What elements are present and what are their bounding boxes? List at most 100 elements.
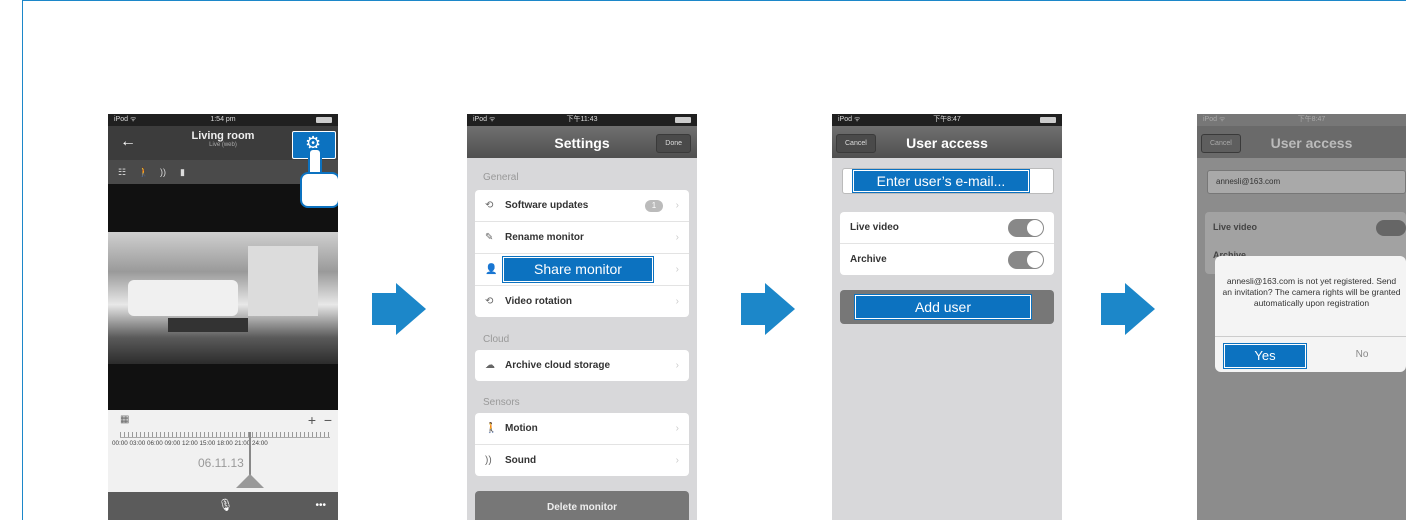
tap-hand-icon (296, 148, 338, 208)
nav-bar: Cancel User access (1197, 126, 1406, 158)
walk-icon[interactable]: 🚶 (138, 160, 149, 184)
walk-icon: 🚶 (485, 423, 498, 434)
email-placeholder-callout: Enter user’s e-mail... (853, 170, 1029, 192)
software-updates-row[interactable]: ⟲ Software updates 1 › (475, 190, 689, 222)
plug-icon[interactable]: ▮ (180, 160, 185, 184)
email-value: annesli@163.com (1216, 177, 1281, 186)
update-count-badge: 1 (645, 200, 663, 212)
status-time: 下午11:43 (566, 116, 598, 123)
section-sensors: Sensors (483, 397, 520, 408)
delete-monitor-button[interactable]: Delete monitor (475, 491, 689, 520)
invite-alert-screen: iPod ᯤ 下午8:47 Cancel User access annesli… (1197, 114, 1406, 520)
rename-monitor-row[interactable]: ✎ Rename monitor › (475, 222, 689, 254)
permissions-group: Live video Archive (840, 212, 1054, 275)
archive-toggle[interactable] (1008, 251, 1044, 269)
status-bar: iPod ᯤ 1:54 pm (108, 114, 338, 126)
rotate-icon: ⟲ (485, 296, 494, 307)
status-time: 下午8:47 (1297, 116, 1326, 123)
battery-icon (675, 117, 691, 123)
row-label: Archive (850, 254, 887, 265)
status-time: 下午8:47 (933, 116, 961, 123)
next-step-arrow-icon (741, 293, 765, 325)
live-view-screen: iPod ᯤ 1:54 pm ← Living room Live (web) … (108, 114, 338, 520)
calendar-icon[interactable]: ▦ (120, 414, 129, 425)
nav-bar: Settings Done (467, 126, 697, 158)
chevron-right-icon: › (675, 455, 679, 466)
status-bar: iPod ᯤ 下午8:47 (832, 114, 1062, 126)
timeline-date: 06.11.13 (198, 456, 244, 470)
sound-row[interactable]: )) Sound › (475, 445, 689, 476)
timeline-ticks: 00:00 03:00 06:00 09:00 12:00 15:00 18:0… (112, 440, 268, 447)
sofa-shape (128, 280, 238, 316)
yes-callout: Yes (1224, 344, 1306, 368)
done-button[interactable]: Done (656, 134, 691, 153)
archive-row: Archive (840, 244, 1054, 275)
row-label: Motion (505, 423, 538, 434)
cloud-icon: ☁ (485, 360, 495, 371)
microphone-icon[interactable]: 🎙 (218, 498, 233, 512)
timeline-ruler (120, 432, 330, 438)
table-shape (168, 318, 248, 332)
chevron-right-icon: › (675, 232, 679, 243)
chevron-right-icon: › (675, 296, 679, 307)
no-button[interactable]: No (1327, 344, 1397, 366)
add-user-callout: Add user (855, 295, 1031, 319)
chevron-right-icon: › (675, 264, 679, 275)
pencil-icon: ✎ (485, 232, 494, 243)
cloud-group: ☁ Archive cloud storage › (475, 350, 689, 381)
zoom-out-button[interactable]: − (324, 412, 332, 428)
next-step-arrow-icon (372, 293, 396, 325)
alert-divider (1215, 336, 1406, 337)
nav-bar: Cancel User access (832, 126, 1062, 158)
next-step-arrow-head (396, 283, 426, 335)
sensors-group: 🚶 Motion › )) Sound › (475, 413, 689, 476)
section-general: General (483, 172, 519, 183)
bottom-bar: 🎙 ••• (108, 492, 338, 520)
live-video-row: Live video (840, 212, 1054, 244)
refresh-icon: ⟲ (485, 200, 494, 211)
section-cloud: Cloud (483, 334, 510, 345)
timeline-cursor-handle[interactable] (236, 474, 264, 488)
row-label: Software updates (505, 200, 589, 211)
live-video-toggle[interactable] (1008, 219, 1044, 237)
archive-cloud-row[interactable]: ☁ Archive cloud storage › (475, 350, 689, 381)
timeline-panel[interactable]: ▦ + − 00:00 03:00 06:00 09:00 12:00 15:0… (108, 410, 338, 492)
row-label: Sound (505, 455, 537, 466)
sound-icon[interactable]: )) (160, 160, 166, 184)
status-bar: iPod ᯤ 下午8:47 (1197, 114, 1406, 126)
page-title: User access (1270, 135, 1353, 151)
add-user-icon: 👤 (485, 264, 498, 275)
row-label: Live video (1213, 222, 1258, 232)
video-rotation-row[interactable]: ⟲ Video rotation › (475, 286, 689, 317)
motion-row[interactable]: 🚶 Motion › (475, 413, 689, 445)
row-label: Video rotation (505, 296, 573, 307)
chevron-right-icon: › (675, 200, 679, 211)
next-step-arrow-icon (1101, 293, 1125, 325)
sliders-icon[interactable]: ☷ (118, 160, 126, 184)
email-field[interactable]: Enter user’s e-mail... (842, 168, 1054, 194)
live-video-toggle (1376, 220, 1406, 236)
battery-icon (1040, 117, 1056, 123)
row-label: Live video (850, 222, 899, 233)
no-label: No (1355, 349, 1369, 360)
page-title: User access (906, 135, 988, 151)
more-button[interactable]: ••• (315, 500, 326, 511)
zoom-in-button[interactable]: + (308, 412, 316, 428)
next-step-arrow-head (765, 283, 795, 335)
share-monitor-row[interactable]: 👤 Share monitor › (475, 254, 689, 286)
general-group: ⟲ Software updates 1 › ✎ Rename monitor … (475, 190, 689, 317)
status-time: 1:54 pm (210, 116, 236, 123)
chevron-right-icon: › (675, 360, 679, 371)
status-bar: iPod ᯤ 下午11:43 (467, 114, 697, 126)
video-feed (108, 232, 338, 364)
next-step-arrow-head (1125, 283, 1155, 335)
row-label: Rename monitor (505, 232, 584, 243)
settings-screen: iPod ᯤ 下午11:43 Settings Done General ⟲ S… (467, 114, 697, 520)
battery-icon (316, 117, 332, 123)
alert-message: annesli@163.com is not yet registered. S… (1222, 276, 1401, 308)
invitation-alert: annesli@163.com is not yet registered. S… (1215, 256, 1406, 372)
share-monitor-callout: Share monitor (503, 257, 653, 282)
add-user-button[interactable]: Add user (840, 290, 1054, 324)
yes-button[interactable]: Yes (1224, 344, 1306, 368)
row-label: Archive cloud storage (505, 360, 611, 371)
